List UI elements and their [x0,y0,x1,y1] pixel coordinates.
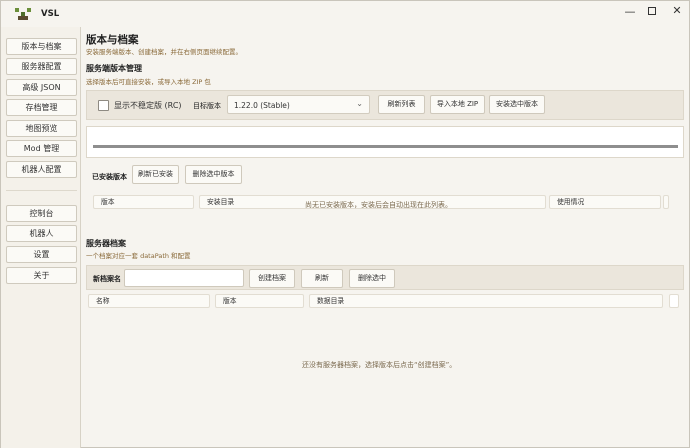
installed-empty-message: 尚无已安装版本，安装后会自动出现在此列表。 [305,201,452,209]
profile-toolbar: 新档案名 创建档案 刷新 删除选中 [86,265,684,290]
sidebar-item-advanced-json[interactable]: 高级 JSON [6,79,77,96]
sidebar: 版本与档案 服务器配置 高级 JSON 存档管理 地图预览 Mod 管理 机器人… [1,27,81,448]
install-progress-fill [93,145,678,148]
sidebar-item-about[interactable]: 关于 [6,267,77,284]
chevron-down-icon: ⌄ [356,99,363,108]
sidebar-item-map-preview[interactable]: 地图预览 [6,120,77,137]
target-version-select[interactable]: 1.22.0 (Stable) ⌄ [227,95,370,114]
sidebar-item-mods[interactable]: Mod 管理 [6,140,77,157]
column-header-name[interactable]: 名称 [88,294,210,308]
delete-version-button[interactable]: 删除选中版本 [185,165,242,184]
title-bar: VSL — ✕ [1,1,689,27]
refresh-profiles-button[interactable]: 刷新 [301,269,343,288]
delete-profile-button[interactable]: 删除选中 [349,269,395,288]
server-versions-subtitle: 选择版本后可直接安装，或导入本地 ZIP 包 [86,78,211,86]
profiles-empty-message: 还没有服务器档案，选择版本后点击“创建档案”。 [302,361,457,369]
sidebar-item-server-config[interactable]: 服务器配置 [6,58,77,75]
main-content: 版本与档案 安装服务端版本、创建档案，并在右侧页面继续配置。 服务端版本管理 选… [82,27,689,448]
profiles-title: 服务器档案 [86,239,126,248]
column-header-usage[interactable]: 使用情况 [549,195,661,209]
server-versions-title: 服务端版本管理 [86,64,142,73]
column-header-version[interactable]: 版本 [93,195,194,209]
column-header-extra [663,195,669,209]
sidebar-item-console[interactable]: 控制台 [6,205,77,222]
unstable-checkbox-label[interactable]: 显示不稳定版 (RC) [114,100,182,111]
new-profile-label: 新档案名 [93,275,121,283]
app-logo-icon [15,8,31,20]
page-title: 版本与档案 [86,34,139,46]
column-header-extra-2 [669,294,679,308]
version-toolbar: 显示不稳定版 (RC) 目标版本 1.22.0 (Stable) ⌄ 刷新列表 … [86,90,684,120]
sidebar-item-bot-config[interactable]: 机器人配置 [6,161,77,178]
app-title: VSL [41,9,60,19]
sidebar-item-versions[interactable]: 版本与档案 [6,38,77,55]
installed-versions-label: 已安装版本 [92,173,127,181]
sidebar-item-settings[interactable]: 设置 [6,246,77,263]
new-profile-name-input[interactable] [124,269,244,287]
install-selected-button[interactable]: 安装选中版本 [489,95,545,114]
target-version-label: 目标版本 [193,102,221,110]
install-progress-panel [86,126,684,158]
refresh-installed-button[interactable]: 刷新已安装 [132,165,179,184]
sidebar-divider [6,190,77,191]
sidebar-item-bots[interactable]: 机器人 [6,225,77,242]
column-header-profile-version[interactable]: 版本 [215,294,304,308]
column-header-data-dir[interactable]: 数据目录 [309,294,663,308]
target-version-value: 1.22.0 (Stable) [234,101,290,110]
page-subtitle: 安装服务端版本、创建档案，并在右侧页面继续配置。 [86,48,242,56]
install-progress-bar [93,145,678,148]
sidebar-item-saves[interactable]: 存档管理 [6,99,77,116]
refresh-list-button[interactable]: 刷新列表 [378,95,425,114]
import-zip-button[interactable]: 导入本地 ZIP [430,95,485,114]
maximize-icon [648,7,656,15]
unstable-checkbox[interactable] [98,100,109,111]
app-window: VSL — ✕ 版本与档案 服务器配置 高级 JSON 存档管理 地图预览 Mo… [0,0,690,448]
create-profile-button[interactable]: 创建档案 [249,269,295,288]
close-button[interactable]: ✕ [662,2,690,22]
profiles-subtitle: 一个档案对应一套 dataPath 和配置 [86,252,191,260]
